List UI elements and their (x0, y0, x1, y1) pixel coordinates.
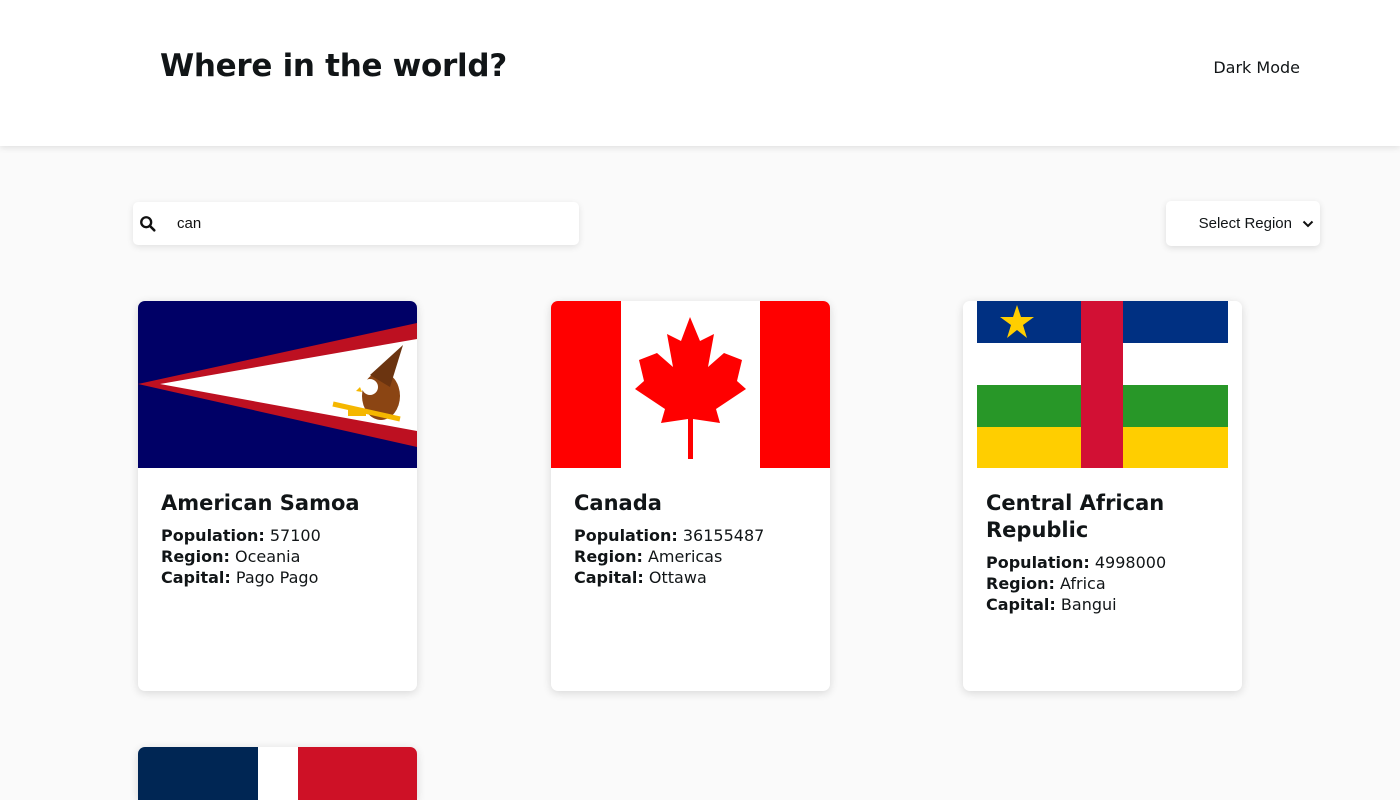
region-row: Region: Africa (986, 574, 1106, 593)
moon-icon (1189, 60, 1198, 75)
country-name: American Samoa (161, 491, 360, 515)
country-card-american-samoa[interactable]: American Samoa Population: 57100 Region:… (138, 301, 417, 691)
population-row: Population: 4998000 (986, 553, 1167, 572)
canada-flag (551, 301, 830, 468)
central-african-republic-flag (963, 301, 1242, 468)
country-card-central-african-republic[interactable]: Central African Republic Population: 499… (963, 301, 1242, 691)
capital-row: Capital: Bangui (986, 595, 1117, 614)
region-row: Region: Americas (574, 547, 723, 566)
capital-row: Capital: Ottawa (574, 568, 707, 587)
capital-row: Capital: Pago Pago (161, 568, 319, 587)
search-icon (140, 215, 156, 232)
region-select-label: Select Region (1198, 215, 1292, 232)
region-select[interactable]: Select Region (1166, 201, 1320, 246)
chevron-down-icon (1302, 220, 1314, 227)
country-card-partial[interactable] (138, 747, 417, 800)
header: Where in the world? Dark Mode (0, 0, 1400, 146)
population-row: Population: 57100 (161, 526, 321, 545)
country-name: Central African Republic (986, 491, 1165, 542)
search-box[interactable] (133, 202, 579, 245)
population-row: Population: 36155487 (574, 526, 765, 545)
dark-mode-label: Dark Mode (1213, 58, 1300, 77)
search-input[interactable] (177, 215, 557, 232)
american-samoa-flag (138, 301, 417, 468)
country-name: Canada (574, 491, 662, 515)
app-title: Where in the world? (160, 48, 507, 84)
tricolor-flag (138, 747, 417, 800)
country-card-canada[interactable]: Canada Population: 36155487 Region: Amer… (551, 301, 830, 691)
dark-mode-toggle[interactable]: Dark Mode (1185, 58, 1300, 77)
region-row: Region: Oceania (161, 547, 301, 566)
